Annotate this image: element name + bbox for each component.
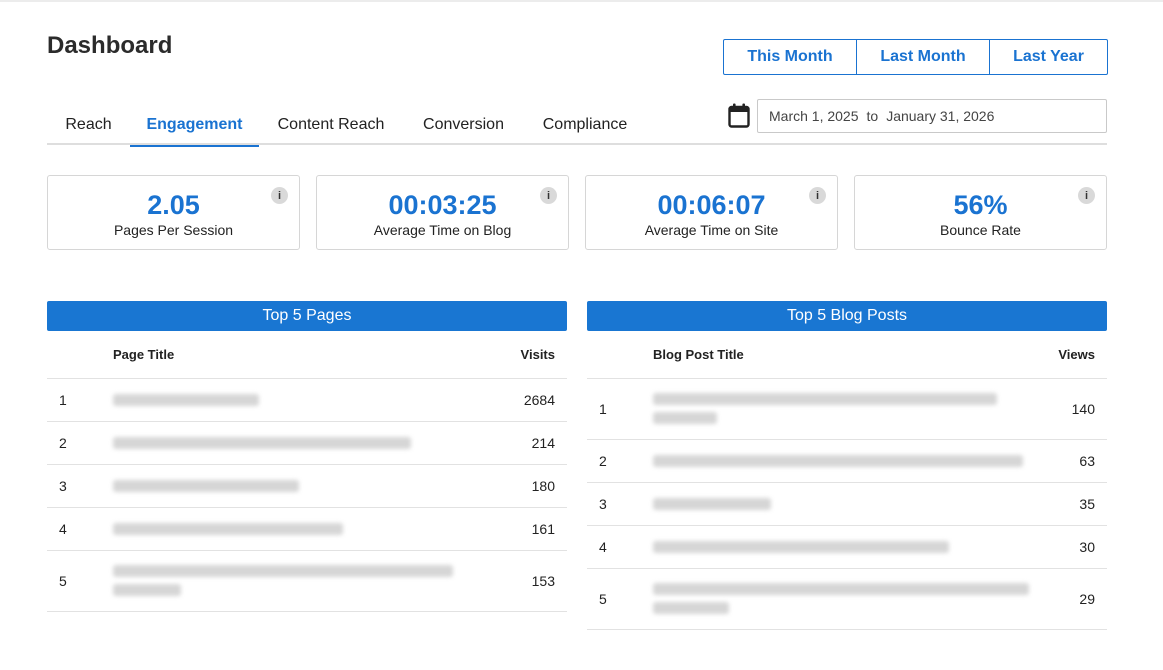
row-views: 35 — [1055, 482, 1107, 526]
row-visits: 2684 — [512, 378, 567, 422]
kpi-value: 56% — [953, 190, 1008, 220]
tab-reach[interactable]: Reach — [47, 104, 130, 145]
redacted-title[interactable] — [113, 378, 513, 422]
kpi-card-bounce-rate: 56% Bounce Rate i — [854, 175, 1107, 250]
top-blog-posts-table: Blog Post Title Views 1 140 2 63 3 35 4 — [587, 331, 1107, 630]
tab-conversion[interactable]: Conversion — [403, 104, 524, 145]
redacted-title[interactable] — [653, 378, 1055, 440]
redacted-title[interactable] — [653, 439, 1055, 483]
table-header-row: Blog Post Title Views — [587, 331, 1107, 379]
visits-column-header: Visits — [512, 331, 567, 379]
table-row[interactable]: 2 214 — [47, 421, 567, 465]
info-icon[interactable]: i — [1078, 187, 1095, 204]
kpi-card-average-time-on-site: 00:06:07 Average Time on Site i — [585, 175, 838, 250]
page-title-column-header: Page Title — [113, 331, 513, 379]
rank-column-header — [587, 331, 653, 379]
date-range-presets: This Month Last Month Last Year — [723, 39, 1108, 75]
table-row[interactable]: 3 180 — [47, 464, 567, 508]
date-from: March 1, 2025 — [769, 108, 859, 124]
info-icon[interactable]: i — [809, 187, 826, 204]
kpi-row: 2.05 Pages Per Session i 00:03:25 Averag… — [47, 175, 1107, 250]
row-views: 140 — [1055, 378, 1107, 440]
redacted-title[interactable] — [653, 568, 1055, 630]
row-visits: 180 — [512, 464, 567, 508]
row-rank: 1 — [587, 378, 653, 440]
redacted-title[interactable] — [113, 550, 513, 612]
top-blog-posts-header: Top 5 Blog Posts — [587, 301, 1107, 331]
row-visits: 161 — [512, 507, 567, 551]
views-column-header: Views — [1055, 331, 1107, 379]
kpi-value: 00:03:25 — [388, 190, 497, 220]
blog-post-title-column-header: Blog Post Title — [653, 331, 1055, 379]
table-header-row: Page Title Visits — [47, 331, 567, 379]
row-views: 63 — [1055, 439, 1107, 483]
this-month-button[interactable]: This Month — [723, 39, 857, 75]
table-row[interactable]: 4 161 — [47, 507, 567, 551]
date-separator: to — [866, 108, 879, 124]
table-row[interactable]: 1 2684 — [47, 378, 567, 422]
table-row[interactable]: 5 29 — [587, 568, 1107, 630]
kpi-label: Average Time on Blog — [373, 222, 512, 238]
kpi-value: 2.05 — [147, 190, 200, 220]
redacted-title[interactable] — [113, 507, 513, 551]
date-range-input[interactable]: March 1, 2025 to January 31, 2026 — [757, 99, 1107, 133]
table-row[interactable]: 5 153 — [47, 550, 567, 612]
redacted-title[interactable] — [653, 482, 1055, 526]
kpi-label: Average Time on Site — [644, 222, 779, 238]
rank-column-header — [47, 331, 113, 379]
table-row[interactable]: 1 140 — [587, 378, 1107, 440]
table-row[interactable]: 4 30 — [587, 525, 1107, 569]
tab-content-reach[interactable]: Content Reach — [259, 104, 403, 145]
row-rank: 2 — [587, 439, 653, 483]
row-rank: 5 — [587, 568, 653, 630]
redacted-title[interactable] — [113, 464, 513, 508]
row-rank: 3 — [587, 482, 653, 526]
top-pages-table: Page Title Visits 1 2684 2 214 3 180 4 1… — [47, 331, 567, 612]
top-divider — [0, 0, 1163, 2]
redacted-title[interactable] — [113, 421, 513, 465]
row-views: 30 — [1055, 525, 1107, 569]
info-icon[interactable]: i — [540, 187, 557, 204]
date-to: January 31, 2026 — [886, 108, 995, 124]
row-rank: 2 — [47, 421, 113, 465]
kpi-card-pages-per-session: 2.05 Pages Per Session i — [47, 175, 300, 250]
last-year-button[interactable]: Last Year — [989, 39, 1108, 75]
row-rank: 4 — [47, 507, 113, 551]
tab-compliance[interactable]: Compliance — [524, 104, 646, 145]
row-visits: 214 — [512, 421, 567, 465]
kpi-value: 00:06:07 — [657, 190, 766, 220]
top-blog-posts-panel: Top 5 Blog Posts Blog Post Title Views 1… — [587, 301, 1107, 630]
row-rank: 3 — [47, 464, 113, 508]
last-month-button[interactable]: Last Month — [856, 39, 990, 75]
row-rank: 1 — [47, 378, 113, 422]
row-rank: 4 — [587, 525, 653, 569]
top-pages-header: Top 5 Pages — [47, 301, 567, 331]
redacted-title[interactable] — [653, 525, 1055, 569]
row-rank: 5 — [47, 550, 113, 612]
kpi-label: Pages Per Session — [113, 222, 234, 238]
row-visits: 153 — [512, 550, 567, 612]
calendar-icon[interactable] — [728, 103, 750, 128]
table-row[interactable]: 3 35 — [587, 482, 1107, 526]
tab-engagement[interactable]: Engagement — [130, 104, 259, 147]
kpi-card-average-time-on-blog: 00:03:25 Average Time on Blog i — [316, 175, 569, 250]
table-row[interactable]: 2 63 — [587, 439, 1107, 483]
info-icon[interactable]: i — [271, 187, 288, 204]
row-views: 29 — [1055, 568, 1107, 630]
page-title: Dashboard — [47, 32, 173, 59]
kpi-label: Bounce Rate — [940, 222, 1021, 238]
top-pages-panel: Top 5 Pages Page Title Visits 1 2684 2 2… — [47, 301, 567, 612]
